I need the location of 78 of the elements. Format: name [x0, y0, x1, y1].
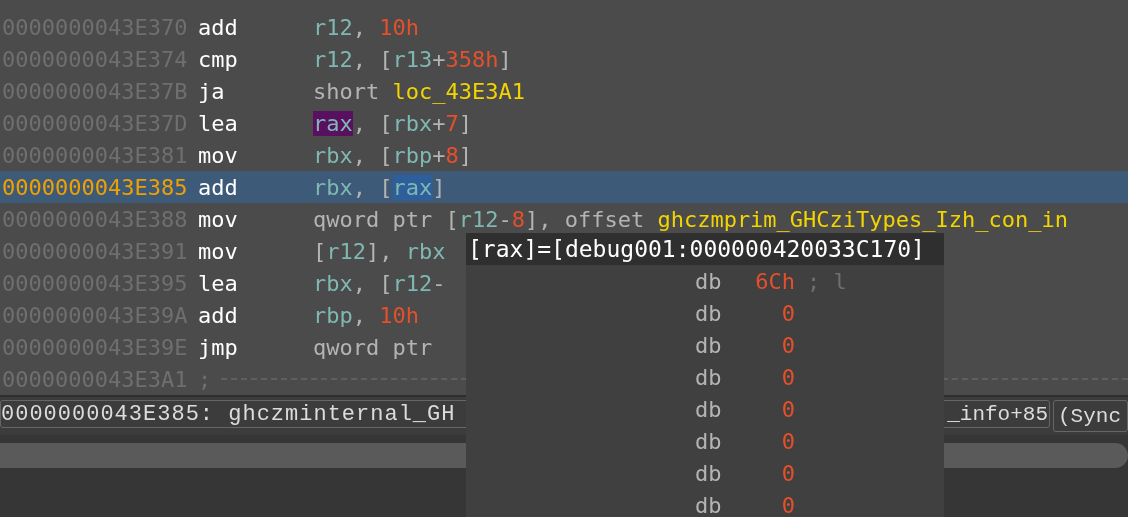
mnemonic: cmp [198, 46, 239, 72]
operand-text: [ [313, 238, 327, 264]
mnemonic: add [198, 174, 239, 200]
register-name: rax [392, 174, 433, 200]
byte-value: 0 [780, 364, 795, 390]
number-literal: 358h [445, 46, 499, 72]
operand-text: qword ptr [313, 334, 433, 360]
mnemonic: mov [198, 238, 239, 264]
label-name: loc_43E3A1 [392, 78, 525, 104]
operand-text: - [498, 206, 512, 232]
mnemonic: ja [198, 78, 226, 104]
operand-text: ], [366, 238, 394, 264]
operand-text: qword ptr [ [313, 206, 459, 232]
mnemonic: mov [198, 142, 239, 168]
directive: db [695, 364, 723, 390]
label-name: ghczmprim_GHCziTypes_Izh_con_in [657, 206, 1068, 232]
operand-text: + [432, 142, 446, 168]
number-literal: 8 [445, 142, 459, 168]
register-name: r12 [458, 206, 499, 232]
directive: db [695, 300, 723, 326]
mnemonic: lea [198, 270, 239, 296]
register-name: rbx [392, 110, 433, 136]
register-name: rbx [405, 238, 446, 264]
comment-text: ; [198, 366, 212, 392]
byte-value: 0 [780, 396, 795, 422]
register-name: rbp [313, 302, 353, 328]
register-name: r12 [313, 14, 353, 40]
byte-value: 0 [780, 300, 795, 326]
operand-text: , [ [352, 270, 393, 296]
offset-text: _info+85 [947, 402, 1048, 426]
hint-title: [rax]=[debug001:000000420033C170] [466, 233, 944, 265]
directive: db [695, 492, 723, 517]
byte-value: 0 [780, 332, 795, 358]
directive: db [695, 268, 723, 294]
byte-value: 0 [780, 492, 795, 517]
sync-field: (Sync [1053, 400, 1128, 432]
operand-text: - [432, 270, 446, 296]
operand-text: , [ [352, 46, 393, 72]
directive: db [695, 396, 723, 422]
operand-text: ], offset [524, 206, 646, 232]
operand-text: short [313, 78, 381, 104]
byte-value: 0 [780, 428, 795, 454]
operand-text: ] [458, 110, 472, 136]
operand-text: ] [458, 142, 472, 168]
register-name: rbx [313, 142, 353, 168]
register-name: r13 [392, 46, 433, 72]
register-name: r12 [326, 238, 366, 264]
directive: db [695, 428, 723, 454]
address: 0000000043E385 [1, 174, 189, 200]
byte-value: 6Ch [754, 268, 795, 294]
register-name: rbp [392, 142, 433, 168]
register-name: r12 [313, 46, 353, 72]
directive: db [695, 460, 723, 486]
byte-value: 0 [780, 460, 795, 486]
operand-text: , [ [352, 174, 393, 200]
location-text: 0000000043E385: ghczminternal_GH [1, 401, 456, 427]
mnemonic: lea [198, 110, 239, 136]
operand-text: + [432, 110, 446, 136]
mnemonic: add [198, 14, 239, 40]
mnemonic: add [198, 302, 239, 328]
number-literal: 8 [511, 206, 525, 232]
operand-text: ] [432, 174, 446, 200]
operand-text: , [352, 302, 367, 328]
register-name: rbx [313, 270, 353, 296]
operand-text: , [ [352, 110, 393, 136]
number-literal: 10h [379, 14, 419, 40]
number-literal: 10h [379, 302, 419, 328]
register-name: rbx [313, 174, 353, 200]
number-literal: 7 [445, 110, 459, 136]
mnemonic: jmp [198, 334, 239, 360]
operand-text: , [ [352, 142, 393, 168]
mnemonic: mov [198, 206, 239, 232]
operand-text: + [432, 46, 446, 72]
directive: db [695, 332, 723, 358]
register-name: rax [313, 110, 353, 136]
operand-text: ] [498, 46, 512, 72]
operand-text: , [352, 14, 367, 40]
register-name: r12 [392, 270, 433, 296]
